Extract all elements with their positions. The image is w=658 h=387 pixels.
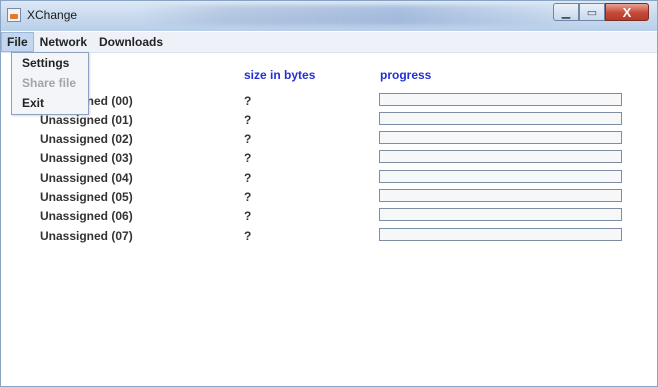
slot-size: ? (244, 151, 252, 165)
close-button[interactable]: X (605, 3, 649, 21)
minimize-icon: ▁ (561, 6, 571, 19)
slot-name: Unassigned (03) (40, 151, 133, 165)
slot-size: ? (244, 229, 252, 243)
slot-size: ? (244, 190, 252, 204)
app-window: XChange ▁ ▭ X File Network Downloads Set… (0, 0, 658, 387)
table-row: Unassigned (06) ? (1, 207, 657, 226)
menu-item-exit[interactable]: Exit (12, 93, 88, 113)
slot-name: Unassigned (07) (40, 229, 133, 243)
menu-downloads[interactable]: Downloads (93, 32, 169, 52)
progress-bar (379, 93, 622, 106)
file-menu-dropdown: Settings Share file Exit (11, 52, 89, 115)
progress-bar (379, 131, 622, 144)
java-cup-icon (7, 8, 21, 22)
window-title: XChange (27, 8, 78, 22)
slot-size: ? (244, 113, 252, 127)
column-header-progress: progress (380, 68, 432, 82)
slot-size: ? (244, 94, 252, 108)
menu-file[interactable]: File (1, 32, 34, 52)
slot-name: Unassigned (05) (40, 190, 133, 204)
close-icon: X (622, 4, 632, 20)
slot-name: Unassigned (06) (40, 209, 133, 223)
menu-item-share-file: Share file (22, 76, 77, 90)
progress-bar (379, 189, 622, 202)
title-bar-backdrop (141, 5, 571, 25)
table-row: Unassigned (02) ? (1, 130, 657, 149)
menu-item-settings[interactable]: Settings (12, 53, 88, 73)
progress-bar (379, 208, 622, 221)
table-row: Unassigned (04) ? (1, 169, 657, 188)
table-row: Unassigned (03) ? (1, 149, 657, 168)
slot-size: ? (244, 209, 252, 223)
progress-bar (379, 170, 622, 183)
column-header-size: size in bytes (244, 68, 316, 82)
slot-size: ? (244, 132, 252, 146)
minimize-button[interactable]: ▁ (553, 3, 579, 21)
progress-bar (379, 112, 622, 125)
table-row: Unassigned (00) ? (1, 92, 657, 111)
table-row: Unassigned (01) ? (1, 111, 657, 130)
menu-network[interactable]: Network (34, 32, 93, 52)
progress-bar (379, 228, 622, 241)
maximize-icon: ▭ (586, 6, 598, 19)
table-row: Unassigned (07) ? (1, 227, 657, 246)
progress-bar (379, 150, 622, 163)
slot-name: Unassigned (04) (40, 171, 133, 185)
slot-size: ? (244, 171, 252, 185)
table-row: Unassigned (05) ? (1, 188, 657, 207)
window-controls: ▁ ▭ X (553, 3, 649, 23)
slot-name: Unassigned (01) (40, 113, 133, 127)
title-bar[interactable]: XChange ▁ ▭ X (1, 1, 657, 31)
slot-name: Unassigned (02) (40, 132, 133, 146)
menu-bar: File Network Downloads (1, 32, 657, 53)
maximize-button[interactable]: ▭ (579, 3, 605, 21)
